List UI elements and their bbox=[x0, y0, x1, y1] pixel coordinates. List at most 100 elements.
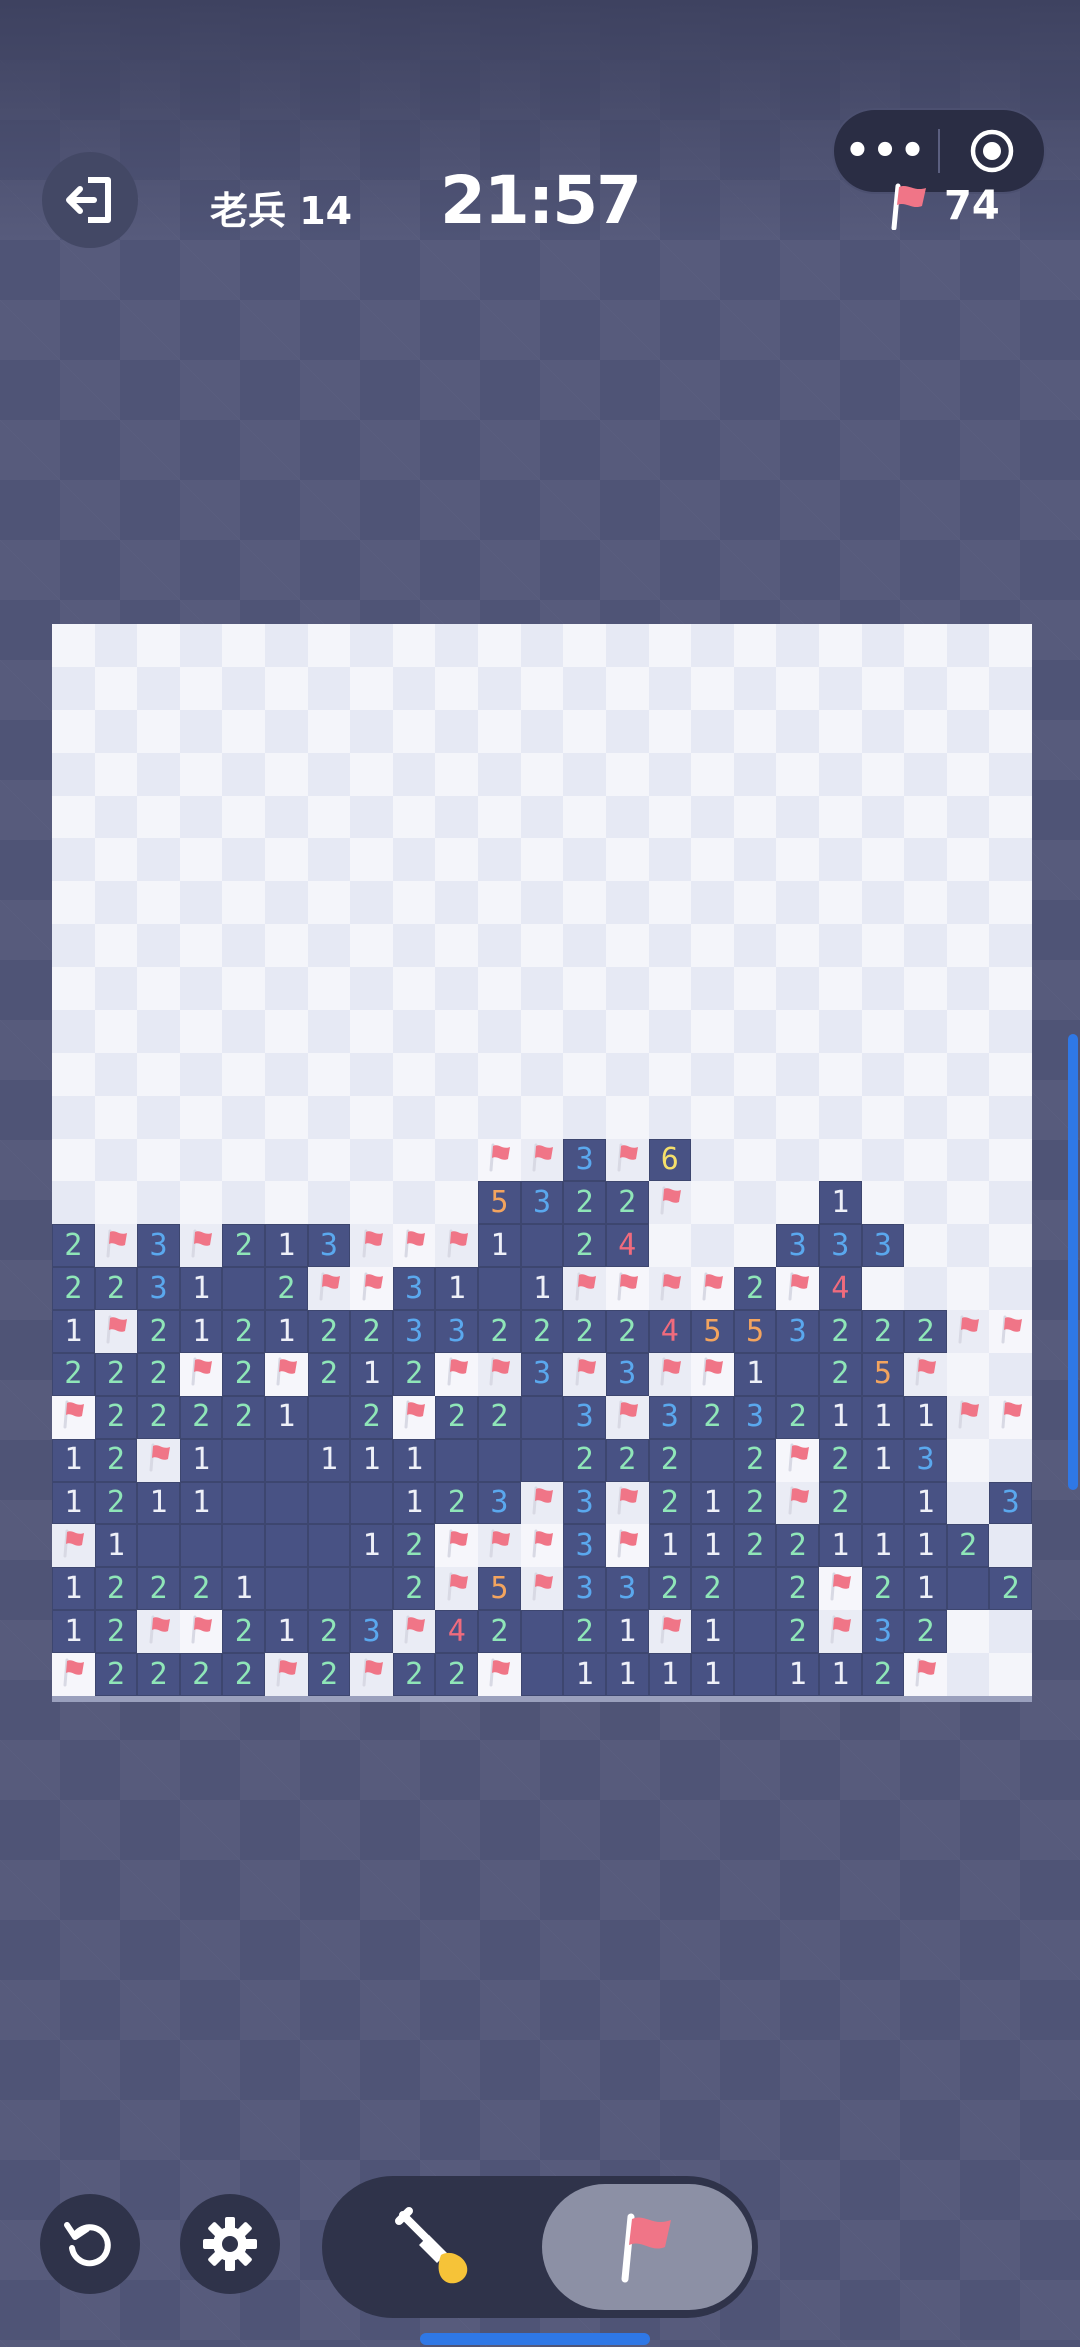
hidden-cell[interactable] bbox=[605, 752, 649, 796]
hidden-cell[interactable] bbox=[733, 1095, 777, 1139]
hidden-cell[interactable] bbox=[222, 881, 266, 925]
hidden-cell[interactable] bbox=[733, 838, 777, 882]
hidden-cell[interactable] bbox=[392, 709, 436, 753]
number-cell[interactable]: 1 bbox=[265, 1224, 308, 1268]
hidden-cell[interactable] bbox=[733, 709, 777, 753]
flagged-cell[interactable] bbox=[904, 1352, 947, 1396]
flagged-cell[interactable] bbox=[179, 1224, 223, 1268]
hidden-cell[interactable] bbox=[265, 1181, 308, 1225]
hidden-cell[interactable] bbox=[307, 624, 351, 667]
number-cell[interactable]: 2 bbox=[137, 1352, 180, 1396]
hidden-cell[interactable] bbox=[691, 1181, 734, 1225]
hidden-cell[interactable] bbox=[946, 795, 990, 839]
number-cell[interactable]: 1 bbox=[733, 1352, 777, 1396]
hidden-cell[interactable] bbox=[222, 666, 266, 710]
hidden-cell[interactable] bbox=[904, 1138, 947, 1182]
number-cell[interactable]: 2 bbox=[137, 1310, 180, 1353]
hidden-cell[interactable] bbox=[265, 752, 308, 796]
hidden-cell[interactable] bbox=[392, 1138, 436, 1182]
number-cell[interactable]: 1 bbox=[648, 1653, 692, 1696]
number-cell[interactable]: 2 bbox=[861, 1653, 905, 1696]
hidden-cell[interactable] bbox=[904, 1009, 947, 1053]
number-cell[interactable]: 3 bbox=[861, 1610, 905, 1654]
number-cell[interactable]: 2 bbox=[94, 1567, 138, 1611]
hidden-cell[interactable] bbox=[946, 752, 990, 796]
number-cell[interactable]: 2 bbox=[179, 1395, 223, 1439]
number-cell[interactable]: 1 bbox=[94, 1524, 138, 1568]
number-cell[interactable]: 1 bbox=[435, 1267, 479, 1311]
number-cell[interactable]: 3 bbox=[478, 1481, 521, 1525]
number-cell[interactable]: 1 bbox=[861, 1438, 905, 1482]
hidden-cell[interactable] bbox=[776, 881, 819, 925]
hidden-cell[interactable] bbox=[137, 881, 180, 925]
hidden-cell[interactable] bbox=[904, 838, 947, 882]
hidden-cell[interactable] bbox=[733, 624, 777, 667]
number-cell[interactable]: 1 bbox=[350, 1438, 393, 1482]
hidden-cell[interactable] bbox=[350, 967, 393, 1010]
number-cell[interactable]: 2 bbox=[605, 1438, 649, 1482]
hidden-cell[interactable] bbox=[904, 1095, 947, 1139]
hidden-cell[interactable] bbox=[733, 795, 777, 839]
flagged-cell[interactable] bbox=[648, 1610, 692, 1654]
hidden-cell[interactable] bbox=[222, 1009, 266, 1053]
number-cell[interactable]: 1 bbox=[691, 1481, 734, 1525]
hidden-cell[interactable] bbox=[989, 1653, 1032, 1696]
hidden-cell[interactable] bbox=[733, 1224, 777, 1268]
hidden-cell[interactable] bbox=[179, 1052, 223, 1096]
hidden-cell[interactable] bbox=[691, 967, 734, 1010]
hidden-cell[interactable] bbox=[648, 1009, 692, 1053]
hidden-cell[interactable] bbox=[52, 838, 95, 882]
hidden-cell[interactable] bbox=[94, 924, 138, 968]
number-cell[interactable]: 2 bbox=[94, 1395, 138, 1439]
hidden-cell[interactable] bbox=[563, 624, 606, 667]
hidden-cell[interactable] bbox=[989, 1052, 1032, 1096]
hidden-cell[interactable] bbox=[605, 967, 649, 1010]
number-cell[interactable]: 2 bbox=[478, 1610, 521, 1654]
hidden-cell[interactable] bbox=[265, 924, 308, 968]
hidden-cell[interactable] bbox=[52, 1009, 95, 1053]
hidden-cell[interactable] bbox=[904, 1052, 947, 1096]
number-cell[interactable]: 2 bbox=[222, 1653, 266, 1696]
number-cell[interactable]: 1 bbox=[691, 1610, 734, 1654]
flagged-cell[interactable] bbox=[478, 1138, 521, 1182]
hidden-cell[interactable] bbox=[989, 967, 1032, 1010]
flagged-cell[interactable] bbox=[989, 1310, 1032, 1353]
number-cell[interactable]: 3 bbox=[861, 1224, 905, 1268]
hidden-cell[interactable] bbox=[179, 752, 223, 796]
number-cell[interactable]: 2 bbox=[733, 1438, 777, 1482]
number-cell[interactable]: 2 bbox=[435, 1481, 479, 1525]
number-cell[interactable]: 2 bbox=[776, 1395, 819, 1439]
hidden-cell[interactable] bbox=[478, 881, 521, 925]
number-cell[interactable]: 2 bbox=[818, 1481, 862, 1525]
flagged-cell[interactable] bbox=[435, 1224, 479, 1268]
hidden-cell[interactable] bbox=[818, 1009, 862, 1053]
hidden-cell[interactable] bbox=[478, 924, 521, 968]
flagged-cell[interactable] bbox=[137, 1438, 180, 1482]
flagged-cell[interactable] bbox=[435, 1524, 479, 1568]
hidden-cell[interactable] bbox=[989, 881, 1032, 925]
hidden-cell[interactable] bbox=[861, 709, 905, 753]
hidden-cell[interactable] bbox=[776, 709, 819, 753]
number-cell[interactable]: 1 bbox=[350, 1352, 393, 1396]
hidden-cell[interactable] bbox=[222, 924, 266, 968]
number-cell[interactable]: 3 bbox=[563, 1524, 606, 1568]
hidden-cell[interactable] bbox=[946, 1653, 990, 1696]
number-cell[interactable]: 1 bbox=[904, 1481, 947, 1525]
number-cell[interactable]: 1 bbox=[605, 1653, 649, 1696]
hidden-cell[interactable] bbox=[733, 1052, 777, 1096]
number-cell[interactable]: 2 bbox=[435, 1395, 479, 1439]
number-cell[interactable]: 1 bbox=[52, 1438, 95, 1482]
number-cell[interactable]: 2 bbox=[137, 1567, 180, 1611]
flagged-cell[interactable] bbox=[350, 1267, 393, 1311]
hidden-cell[interactable] bbox=[179, 709, 223, 753]
hidden-cell[interactable] bbox=[989, 1138, 1032, 1182]
flagged-cell[interactable] bbox=[392, 1610, 436, 1654]
hidden-cell[interactable] bbox=[989, 795, 1032, 839]
hidden-cell[interactable] bbox=[818, 709, 862, 753]
flagged-cell[interactable] bbox=[307, 1267, 351, 1311]
hidden-cell[interactable] bbox=[307, 1181, 351, 1225]
hidden-cell[interactable] bbox=[179, 1181, 223, 1225]
hidden-cell[interactable] bbox=[137, 752, 180, 796]
hidden-cell[interactable] bbox=[350, 881, 393, 925]
number-cell[interactable]: 3 bbox=[605, 1567, 649, 1611]
